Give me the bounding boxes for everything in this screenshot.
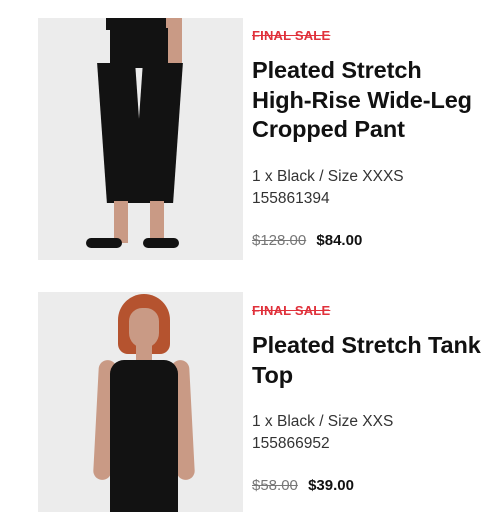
product-image[interactable] (38, 292, 243, 512)
sale-price: $39.00 (308, 477, 354, 494)
original-price: $128.00 (252, 231, 307, 249)
sku-text: 155861394 (252, 189, 330, 207)
sale-price: $84.00 (316, 231, 363, 249)
cart-item: FINAL SALE Pleated Stretch Tank Top 1 x … (0, 280, 500, 512)
original-price: $58.00 (252, 477, 298, 494)
product-details: FINAL SALE Pleated Stretch High-Rise Wid… (252, 28, 484, 251)
sku-text: 155866952 (252, 435, 330, 452)
cart-item: FINAL SALE Pleated Stretch High-Rise Wid… (0, 0, 500, 280)
price-row: $128.00 $84.00 (252, 231, 484, 251)
product-title[interactable]: Pleated Stretch Tank Top (252, 331, 484, 390)
product-meta: 1 x Black / Size XXXS 155861394 (252, 166, 484, 210)
final-sale-badge: FINAL SALE (252, 303, 331, 318)
product-details: FINAL SALE Pleated Stretch Tank Top 1 x … (252, 303, 484, 496)
product-image[interactable] (38, 18, 243, 260)
product-title[interactable]: Pleated Stretch High-Rise Wide-Leg Cropp… (252, 56, 484, 145)
variant-text: 1 x Black / Size XXXS (252, 167, 404, 185)
final-sale-badge: FINAL SALE (252, 28, 331, 43)
variant-text: 1 x Black / Size XXS (252, 413, 394, 430)
product-meta: 1 x Black / Size XXS 155866952 (252, 411, 484, 455)
price-row: $58.00 $39.00 (252, 476, 484, 496)
